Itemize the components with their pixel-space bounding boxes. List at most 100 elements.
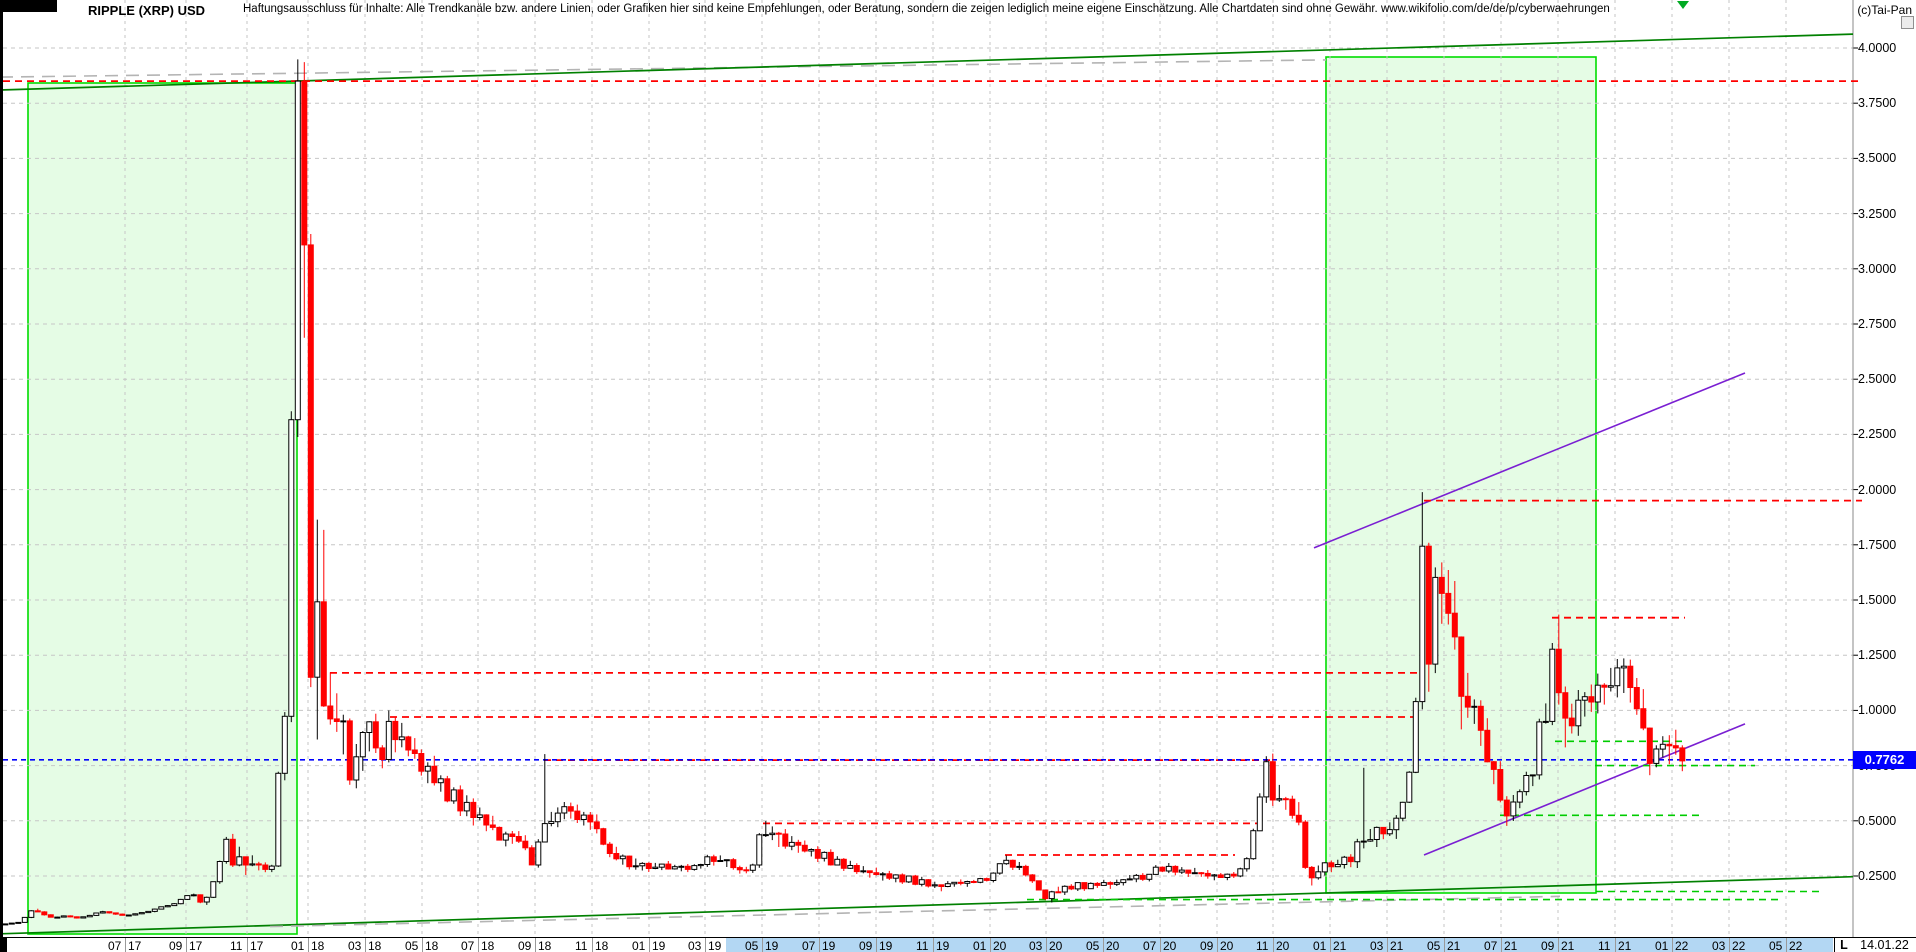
date-axis-tick: [247, 938, 248, 952]
date-axis-tick: [705, 938, 706, 952]
date-axis-label-month: 07: [802, 939, 816, 952]
date-axis-label-year: 21: [1390, 939, 1404, 952]
date-axis-tick: [1387, 938, 1388, 952]
price-axis-label: 1.0000: [1858, 703, 1897, 718]
date-axis-label-month: 09: [1200, 939, 1214, 952]
date-axis-label-month: 09: [1541, 939, 1555, 952]
date-axis-tick: [1273, 938, 1274, 952]
period-toggle[interactable]: L: [1834, 938, 1854, 952]
price-axis-label: 2.7500: [1858, 317, 1897, 331]
date-axis-tick: [933, 938, 934, 952]
date-axis-label-month: 01: [973, 939, 987, 952]
date-axis-tick: [1672, 938, 1673, 952]
date-axis-tick: [1217, 938, 1218, 952]
chart-window: RIPPLE (XRP) USD Haftungsausschluss für …: [0, 0, 1916, 952]
date-axis-label-year: 17: [128, 939, 142, 952]
date-axis-label-year: 18: [368, 939, 382, 952]
date-axis-label-month: 05: [1769, 939, 1783, 952]
window-widget-box[interactable]: [1901, 16, 1914, 29]
corner-handle-top-left: [0, 0, 57, 12]
date-axis-tick: [1729, 938, 1730, 952]
price-axis-label: 1.5000: [1858, 593, 1897, 607]
price-axis-label: 2.5000: [1858, 372, 1897, 387]
corner-handle-bottom-left: [0, 938, 7, 952]
date-axis-label-year: 22: [1675, 939, 1689, 952]
date-axis-label-year: 22: [1732, 939, 1746, 952]
date-axis-label-year: 21: [1447, 939, 1461, 952]
date-axis-label-year: 21: [1618, 939, 1632, 952]
price-axis-label: 1.7500: [1858, 537, 1897, 552]
price-axis-label: 0.2500: [1858, 869, 1897, 883]
date-axis-label-year: 22: [1789, 939, 1803, 952]
date-axis-label-month: 03: [688, 939, 702, 952]
date-axis-tick: [990, 938, 991, 952]
price-axis-label: 3.7500: [1858, 96, 1897, 111]
date-axis-label-year: 21: [1561, 939, 1575, 952]
date-axis-label-month: 03: [1370, 939, 1384, 952]
date-axis-label-month: 01: [632, 939, 646, 952]
current-date-arrow-icon: [1677, 1, 1689, 9]
chart-plot-area[interactable]: [0, 0, 1916, 952]
date-axis: 07 17 09 17 11 17 01 18 03 18 05 18 07 18 09 18 11 18 01 19…: [0, 937, 1916, 952]
price-axis-label: 4.0000: [1858, 41, 1897, 55]
current-price-badge: 0.7762: [1853, 751, 1916, 769]
date-axis-tick: [1444, 938, 1445, 952]
date-axis-label-year: 20: [1106, 939, 1120, 952]
date-axis-label-month: 03: [1029, 939, 1043, 952]
date-axis-tick: [186, 938, 187, 952]
date-axis-label-month: 11: [230, 939, 243, 952]
date-axis-label-year: 20: [1163, 939, 1177, 952]
date-axis-tick: [649, 938, 650, 952]
date-axis-label-year: 19: [936, 939, 950, 952]
chart-title: RIPPLE (XRP) USD: [88, 3, 206, 18]
date-axis-tick: [478, 938, 479, 952]
date-axis-label-year: 18: [538, 939, 552, 952]
date-axis-label-month: 05: [1427, 939, 1441, 952]
price-axis-label: 2.2500: [1858, 427, 1897, 442]
date-axis-label-month: 11: [1598, 939, 1611, 952]
date-axis-tick: [365, 938, 366, 952]
date-axis-label-month: 11: [1256, 939, 1269, 952]
date-axis-label-year: 19: [652, 939, 666, 952]
date-axis-label-month: 05: [745, 939, 759, 952]
price-axis-label: 3.2500: [1858, 206, 1897, 221]
copyright-label: (c)Tai-Pan: [1857, 3, 1912, 17]
date-axis-label-month: 01: [1655, 939, 1669, 952]
date-axis-label-month: 09: [859, 939, 873, 952]
date-axis-label-year: 20: [993, 939, 1007, 952]
date-axis-label-year: 21: [1333, 939, 1347, 952]
date-axis-label-year: 20: [1049, 939, 1063, 952]
date-axis-label-month: 05: [1086, 939, 1100, 952]
date-axis-tick: [1615, 938, 1616, 952]
price-axis-label: 3.5000: [1858, 151, 1897, 166]
date-axis-label-year: 19: [879, 939, 893, 952]
date-axis-label-month: 11: [916, 939, 929, 952]
date-axis-label-year: 21: [1504, 939, 1518, 952]
date-axis-tick: [876, 938, 877, 952]
chart-left-border: [0, 0, 3, 952]
date-axis-label-year: 20: [1276, 939, 1290, 952]
date-axis-label-month: 07: [108, 939, 122, 952]
date-axis-label-year: 19: [765, 939, 779, 952]
date-axis-tick: [308, 938, 309, 952]
date-axis-label-month: 07: [1484, 939, 1498, 952]
date-axis-label-month: 03: [348, 939, 362, 952]
date-axis-label-year: 17: [189, 939, 203, 952]
date-axis-tick: [819, 938, 820, 952]
date-axis-label-month: 01: [291, 939, 305, 952]
date-axis-label-month: 05: [405, 939, 419, 952]
date-axis-label-month: 07: [1143, 939, 1157, 952]
date-axis-tick: [762, 938, 763, 952]
date-axis-tick: [535, 938, 536, 952]
date-axis-label-year: 18: [595, 939, 609, 952]
date-axis-label-month: 07: [461, 939, 475, 952]
price-axis-label: 3.0000: [1858, 261, 1897, 276]
date-axis-label-year: 19: [708, 939, 722, 952]
date-axis-label-month: 09: [169, 939, 183, 952]
date-axis-tick: [1330, 938, 1331, 952]
date-axis-label-year: 18: [481, 939, 495, 952]
date-axis-label-year: 20: [1220, 939, 1234, 952]
date-axis-tick: [1501, 938, 1502, 952]
price-axis-label: 1.2500: [1858, 648, 1897, 663]
price-axis-label: 2.0000: [1858, 482, 1897, 497]
